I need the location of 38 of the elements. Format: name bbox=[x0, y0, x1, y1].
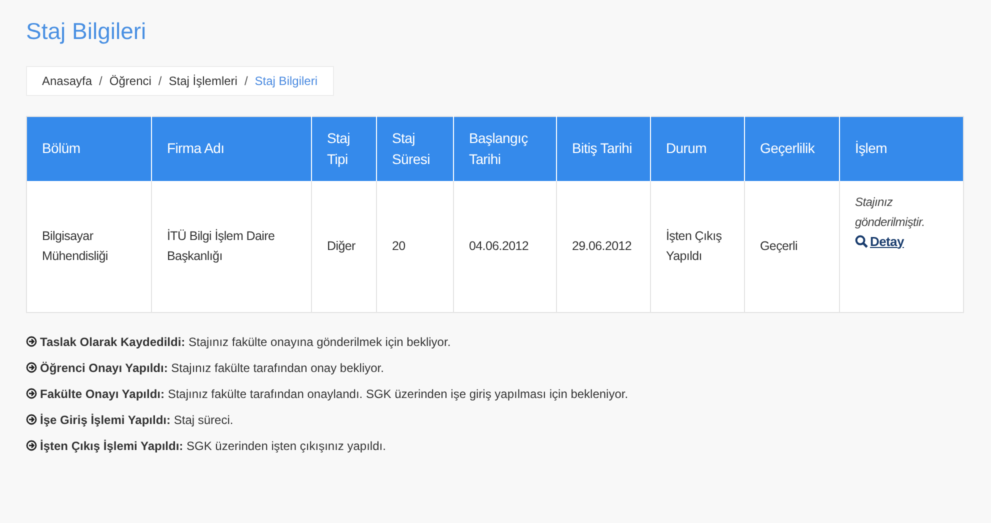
column-header: Bitiş Tarihi bbox=[556, 116, 650, 180]
arrow-circle-icon bbox=[26, 362, 37, 373]
status-description: İşten Çıkış İşlemi Yapıldı: SGK üzerinden işten çıkışınız yapıldı. bbox=[40, 438, 386, 452]
arrow-circle-icon bbox=[26, 440, 37, 451]
breadcrumb-separator: / bbox=[244, 74, 248, 88]
column-header: Geçerlilik bbox=[744, 116, 840, 180]
table-cell: İşten Çıkış Yapıldı bbox=[650, 180, 744, 312]
table-cell: 20 bbox=[376, 180, 454, 312]
status-description: Öğrenci Onayı Yapıldı: Stajınız fakülte tarafından onay bekliyor. bbox=[40, 360, 384, 374]
breadcrumb-link[interactable]: Staj Bilgileri bbox=[254, 74, 318, 88]
breadcrumb-separator: / bbox=[99, 74, 102, 88]
table-cell: Geçerli bbox=[744, 180, 840, 312]
column-header: Durum bbox=[650, 116, 744, 180]
status-note: Stajınız gönderilmiştir. bbox=[855, 194, 926, 230]
arrow-circle-icon bbox=[26, 336, 37, 347]
column-header: İşlem bbox=[840, 116, 964, 180]
status-description: İşe Giriş İşlemi Yapıldı: Staj süreci. bbox=[40, 412, 234, 426]
table-cell: 29.06.2012 bbox=[556, 180, 650, 312]
page-title: Staj Bilgileri bbox=[26, 18, 148, 45]
table-cell: İTÜ Bilgi İşlem Daire Başkanlığı bbox=[152, 180, 312, 312]
status-description: Taslak Olarak Kaydedildi: Stajınız fakülte onayına gönderilmek için bekliyor. bbox=[40, 334, 451, 348]
column-header: Staj Süresi bbox=[376, 116, 454, 180]
table-cell: 04.06.2012 bbox=[454, 180, 556, 312]
column-header: Bölüm bbox=[26, 116, 152, 180]
column-header: Staj Tipi bbox=[312, 116, 376, 180]
arrow-circle-icon bbox=[26, 414, 37, 425]
detail-link[interactable]: Detay bbox=[855, 232, 904, 252]
column-header: Başlangıç Tarihi bbox=[454, 116, 556, 180]
table-cell: Diğer bbox=[312, 180, 376, 312]
table-cell: Bilgisayar Mühendisliği bbox=[26, 180, 152, 312]
search-icon bbox=[855, 235, 868, 248]
column-header: Firma Adı bbox=[152, 116, 312, 180]
status-description: Fakülte Onayı Yapıldı: Stajınız fakülte tarafından onaylandı. SGK üzerinden işe giriş yapılması için bekleniyor. bbox=[40, 386, 628, 400]
breadcrumb-separator: / bbox=[158, 74, 162, 88]
breadcrumb-link[interactable]: Öğrenci bbox=[109, 74, 152, 88]
breadcrumb-link[interactable]: Staj İşlemleri bbox=[168, 74, 238, 88]
breadcrumb-link[interactable]: Anasayfa bbox=[42, 74, 92, 88]
arrow-circle-icon bbox=[26, 388, 37, 399]
